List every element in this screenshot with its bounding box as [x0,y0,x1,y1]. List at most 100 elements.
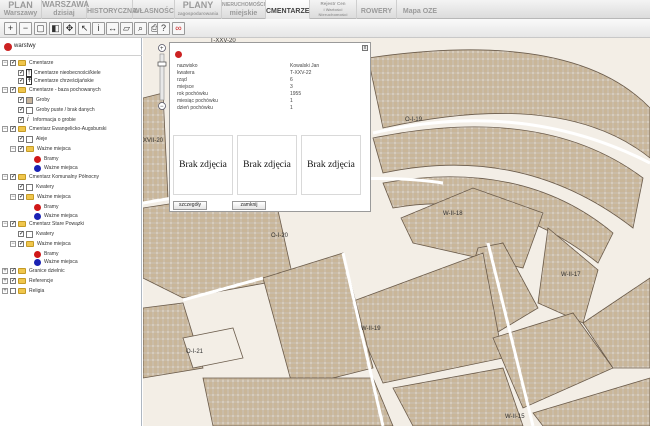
layer-item[interactable]: ✓ Groby [0,95,142,105]
layer-checkbox[interactable]: ✓ [10,268,16,274]
layer-checkbox[interactable]: ✓ [18,184,24,190]
tab-wlasnosc[interactable]: WŁASNOŚC [133,0,175,19]
layer-item[interactable]: ✓ Kwatery [0,182,142,192]
zoom-track [159,53,165,101]
layer-checkbox[interactable]: ✓ [18,194,24,200]
tab-rejestr-cen[interactable]: Rejestr Cen i Wartości Nieruchomości [310,0,357,19]
graves-swatch-icon [26,97,33,104]
collapse-icon[interactable]: − [2,221,8,227]
folder-icon [18,288,26,294]
measure-distance-icon[interactable]: ↔ [106,22,119,35]
photo-placeholder-3: Brak zdjęcia [301,135,361,195]
search-icon[interactable]: ⌕ [134,22,147,35]
zoom-previous-icon[interactable]: ◧ [49,22,62,35]
layer-item[interactable]: − ✓ Ważne miejsca [0,144,142,154]
tab-cmentarze[interactable]: CMENTARZE [266,0,310,19]
zoom-out-icon[interactable]: − [19,22,32,35]
zoom-plus-glyph: + [160,46,164,52]
popup-close-icon[interactable]: x [362,45,368,51]
layer-checkbox[interactable]: ✓ [18,146,24,152]
layer-item[interactable]: ✓ Aleje [0,134,142,144]
zoom-in-icon[interactable]: + [4,22,17,35]
layer-checkbox[interactable]: ✓ [18,241,24,247]
collapse-icon[interactable]: − [2,60,8,66]
field-value: 1955 [290,91,302,97]
tab-rowery[interactable]: ROWERY [357,0,397,19]
layer-baza-pochowanych[interactable]: − ✓ Cmentarze - baza pochowanych [0,85,142,95]
help-icon[interactable]: ? [157,22,170,35]
layer-checkbox[interactable]: ✓ [10,87,16,93]
layer-label: Ważne miejsca [37,146,71,152]
zoom-extent-icon[interactable]: ▢ [34,22,47,35]
tab-sublabel: zagospodarowania [177,11,219,16]
layer-cmentarz-polnocny[interactable]: − ✓ Cmentarz Komunalny Północny [0,172,142,182]
layer-checkbox[interactable]: ✓ [10,60,16,66]
collapse-icon[interactable]: − [10,194,16,200]
layer-checkbox[interactable]: ✓ [18,136,24,142]
layer-item[interactable]: − ✓ Ważne miejsca [0,192,142,202]
tab-nieruchomosci-miejskie[interactable]: NIERUCHOMOŚCI miejskie [222,0,266,19]
layer-checkbox[interactable]: ✓ [18,97,24,103]
tab-plany[interactable]: PLANY zagospodarowania [175,0,222,19]
folder-icon [26,194,34,200]
tab-plan-warszawy[interactable]: PLAN Warszawy [0,0,42,19]
layer-religia[interactable]: + Religia [0,286,142,296]
layer-cmentarze[interactable]: − ✓ Cmentarze [0,58,142,68]
folder-icon [18,87,26,93]
layer-item[interactable]: ✓ Groby puste / brak danych [0,105,142,115]
expand-icon[interactable]: + [2,268,8,274]
field-label: miejsce [177,84,194,90]
collapse-icon[interactable]: − [2,174,8,180]
measure-area-icon[interactable]: ▱ [120,22,133,35]
tab-label: WŁASNOŚC [133,8,174,15]
place-marker-icon [34,165,41,172]
layers-logo-icon [4,43,12,51]
layer-checkbox[interactable]: ✓ [10,278,16,284]
collapse-icon[interactable]: − [10,241,16,247]
field-value: 6 [290,77,293,83]
layer-cmentarz-stare-powazki[interactable]: − ✓ Cmentarz Stare Powązki [0,219,142,229]
collapse-icon[interactable]: − [2,126,8,132]
layer-checkbox[interactable]: ✓ [10,221,16,227]
layer-referencje[interactable]: + ✓ Referencje [0,276,142,286]
alleys-swatch-icon [26,136,33,143]
collapse-icon[interactable]: − [10,146,16,152]
field-value: 1 [290,98,293,104]
collapse-icon[interactable]: − [2,87,8,93]
folder-icon [18,174,26,180]
tab-label: HISTORYCZNA [87,8,138,15]
close-button[interactable]: zamknij [232,201,266,210]
field-label: dzień pochówku [177,105,213,111]
layer-checkbox[interactable]: ✓ [18,117,24,123]
tab-label: Rejestr Cen [320,1,346,6]
expand-icon[interactable]: + [2,278,8,284]
layer-checkbox[interactable]: ✓ [10,126,16,132]
layer-checkbox[interactable]: ✓ [18,231,24,237]
layer-item[interactable]: − ✓ Ważne miejsca [0,239,142,249]
pan-icon[interactable]: ✥ [63,22,76,35]
layer-label: Kwatery [36,184,55,190]
layer-checkbox[interactable] [10,288,16,294]
top-navigation: PLAN Warszawy WARSZAWA dzisiaj HISTORYCZ… [0,0,650,19]
layer-checkbox[interactable]: ✓ [10,174,16,180]
tab-mapa-oze[interactable]: Mapa OZE [397,0,443,19]
layers-title: warstwy [14,43,36,49]
layer-checkbox[interactable]: ✓ [18,78,24,84]
folder-icon [18,278,26,284]
tab-warszawa-dzisiaj[interactable]: WARSZAWA dzisiaj [42,0,89,19]
layer-granice-dzielnic[interactable]: + ✓ Granice dzielnic [0,266,142,276]
tab-historyczna[interactable]: HISTORYCZNA [87,0,137,19]
zoom-handle [157,61,167,67]
layer-cmentarz-ewangelicki[interactable]: − ✓ Cmentarz Ewangelicko-Augsburski [0,124,142,134]
details-button[interactable]: szczegóły [173,201,207,210]
expand-icon[interactable]: + [2,288,8,294]
layer-item[interactable]: ✓ Kwatery [0,229,142,239]
layer-label: Religia [29,288,45,294]
field-value: 1 [290,105,293,111]
pointer-icon[interactable]: ↖ [78,22,91,35]
link-icon[interactable]: ∞ [172,22,185,35]
tab-label: PLANY [182,0,214,10]
info-icon[interactable]: i [92,22,105,35]
quarter-label: W-II-17 [561,272,581,278]
layer-checkbox[interactable]: ✓ [18,107,24,113]
